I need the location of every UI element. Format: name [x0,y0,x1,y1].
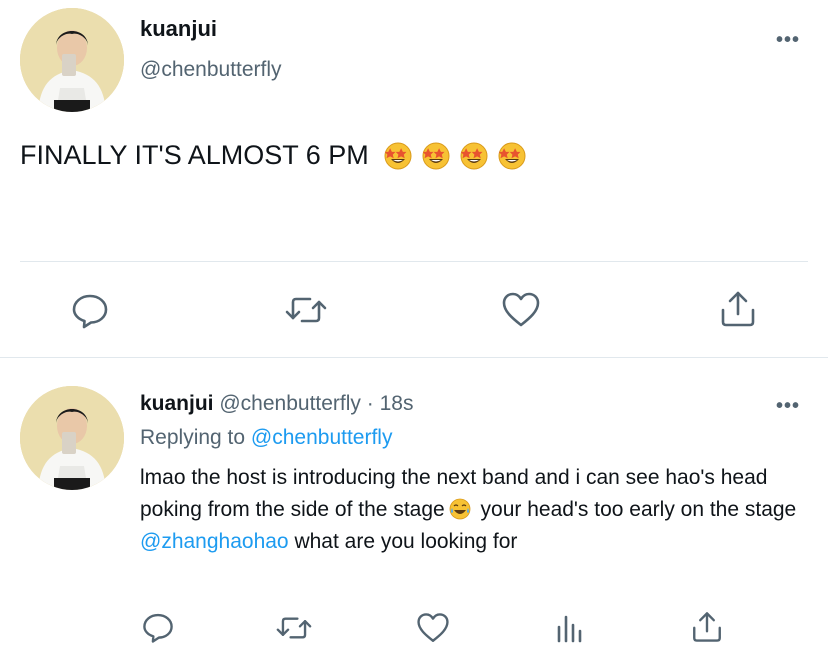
reply-text-part3: what are you looking for [288,530,518,553]
star-struck-emoji [497,141,527,171]
timestamp[interactable]: 18s [380,392,414,415]
reply-icon[interactable] [70,290,110,330]
replying-to-link[interactable]: @chenbutterfly [251,426,393,449]
more-options-icon[interactable]: ••• [776,30,800,50]
mention-link[interactable]: @zhanghaohao [140,530,289,553]
reply-text: lmao the host is introducing the next ba… [140,462,810,558]
reply-text-part2: your head's too early on the stage [474,498,797,521]
divider [20,261,808,262]
reply-icon[interactable] [141,610,175,644]
share-icon[interactable] [690,609,724,645]
tweet-text-content: FINALLY IT'S ALMOST 6 PM [20,140,369,170]
laughing-tears-emoji [449,498,471,520]
author-handle[interactable]: @chenbutterfly [219,392,361,415]
like-icon[interactable] [500,290,542,330]
retweet-icon[interactable] [275,611,313,645]
emoji-row [383,141,527,171]
avatar-photo [20,386,124,490]
star-struck-emoji [421,141,451,171]
replying-prefix: Replying to [140,426,251,449]
avatar[interactable] [20,8,124,112]
like-icon[interactable] [415,611,451,645]
avatar-photo [20,8,124,112]
avatar[interactable] [20,386,124,490]
analytics-icon[interactable] [553,611,587,645]
replying-to: Replying to @chenbutterfly [140,426,392,450]
divider [0,357,828,358]
author-handle[interactable]: @chenbutterfly [140,58,282,82]
star-struck-emoji [459,141,489,171]
author-name[interactable]: kuanjui [140,16,217,42]
separator: · [360,392,380,415]
more-options-icon[interactable]: ••• [776,396,800,416]
share-icon[interactable] [718,288,758,330]
reply-header: kuanjui @chenbutterfly · 18s [140,392,413,416]
star-struck-emoji [383,141,413,171]
author-name[interactable]: kuanjui [140,392,214,415]
retweet-icon[interactable] [284,290,328,330]
tweet-text: FINALLY IT'S ALMOST 6 PM [20,140,527,171]
